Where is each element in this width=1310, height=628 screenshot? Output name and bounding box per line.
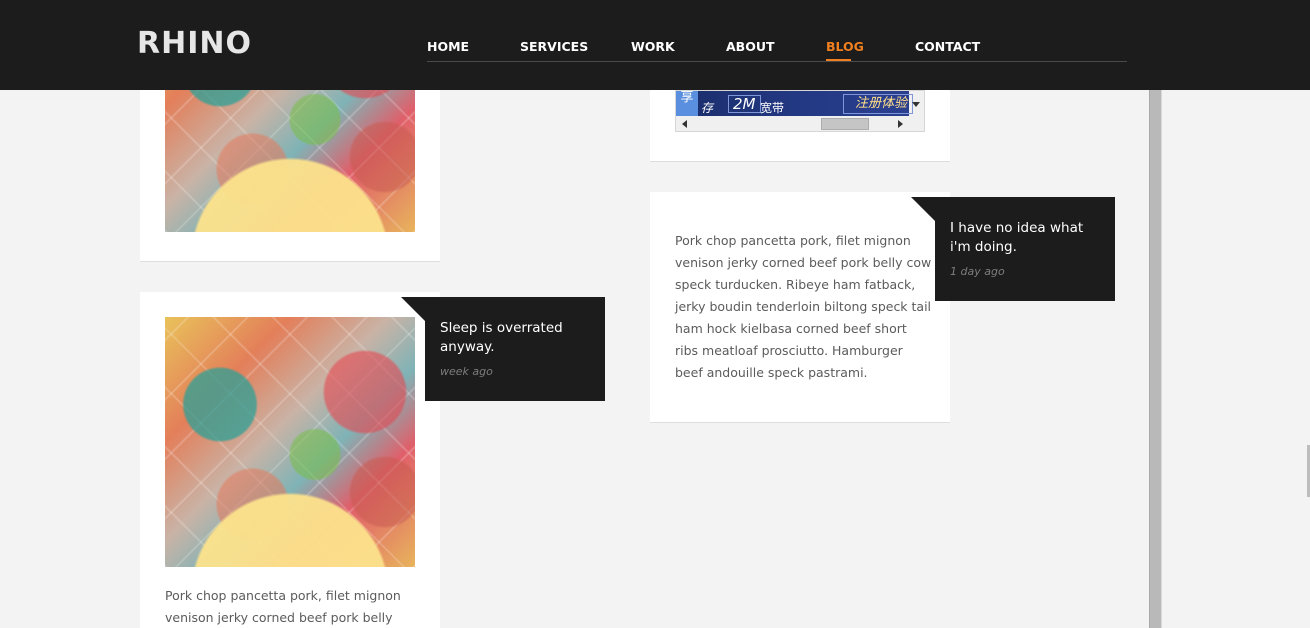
tooltip-tail [911,197,935,221]
scroll-right-icon[interactable] [898,120,903,128]
ad-register-button[interactable]: 注册体验 [843,94,913,114]
post-title[interactable]: I have no idea what i'm doing. [950,219,1100,257]
ad-banner[interactable]: 享 存 2M 宽带 注册体验 [676,91,913,116]
post-excerpt: Pork chop pancetta pork, filet mignon ve… [675,233,932,380]
post-title[interactable]: Sleep is overrated anyway. [440,319,590,357]
active-nav-indicator [826,59,851,61]
post-tooltip-no-idea[interactable]: I have no idea what i'm doing. 1 day ago [935,197,1115,301]
site-logo[interactable]: RHINO [137,26,252,61]
nav-about[interactable]: ABOUT [726,39,775,54]
ad-text: 宽带 [760,101,785,115]
nav-home[interactable]: HOME [427,39,469,54]
site-header: RHINO HOME SERVICES WORK ABOUT BLOG CONT… [0,0,1310,90]
post-card-no-idea: Pork chop pancetta pork, filet mignon ve… [650,192,950,423]
ad-scroll-thumb[interactable] [821,118,869,130]
post-tooltip-sleep[interactable]: Sleep is overrated anyway. week ago [425,297,605,401]
page-scrollbar[interactable] [1149,90,1161,628]
embedded-ad[interactable]: 享 存 2M 宽带 注册体验 [675,90,925,132]
post-card-sleep: Pork chop pancetta pork, filet mignon ve… [140,292,440,628]
ad-badge: 享 [676,91,698,116]
content-divider [1161,90,1162,628]
post-excerpt: Pork chop pancetta pork, filet mignon ve… [165,588,401,625]
main-nav: HOME SERVICES WORK ABOUT BLOG CONTACT [427,39,1127,62]
nav-blog[interactable]: BLOG [826,39,864,54]
ad-scrollbar[interactable] [676,117,924,131]
post-image[interactable] [165,317,415,567]
tooltip-tail [401,297,425,321]
scroll-left-icon[interactable] [682,120,687,128]
post-card-image-top [140,90,440,262]
post-image[interactable] [165,90,415,232]
nav-services[interactable]: SERVICES [520,39,588,54]
page-scroll-thumb[interactable] [1149,90,1161,628]
post-time: 1 day ago [950,265,1005,278]
post-time: week ago [440,365,493,378]
nav-work[interactable]: WORK [631,39,675,54]
ad-text: 存 [701,101,714,115]
ad-text: 2M [728,95,761,113]
chevron-down-icon[interactable] [912,102,920,107]
nav-contact[interactable]: CONTACT [915,39,980,54]
